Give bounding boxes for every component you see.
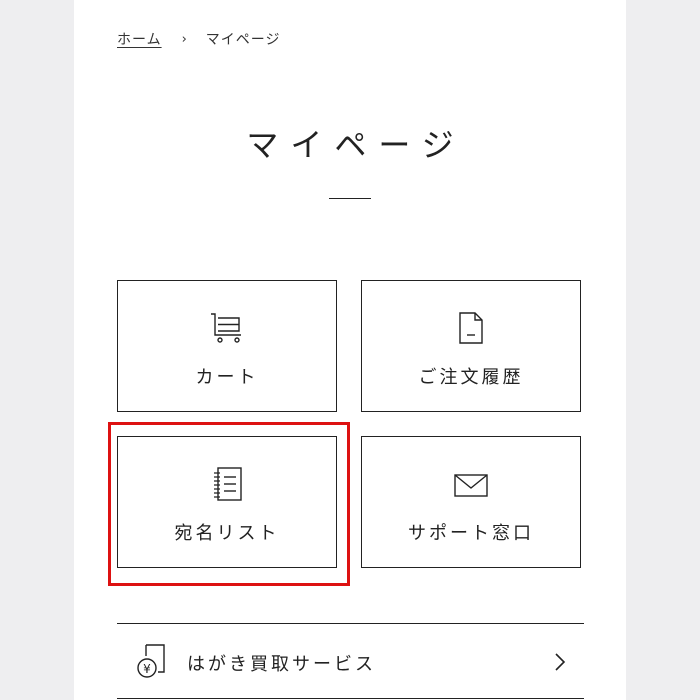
address-list-label: 宛名リスト (174, 523, 280, 544)
page-title: マイページ (246, 126, 466, 164)
order-history-label: ご注文履歴 (418, 367, 524, 388)
cart-icon (211, 313, 241, 343)
breadcrumb: ホーム › マイページ (117, 29, 281, 49)
svg-text:¥: ¥ (143, 662, 151, 676)
postcard-buyback-row[interactable]: ¥ はがき買取サービス (117, 623, 584, 699)
cart-tile[interactable]: カート (117, 280, 337, 412)
breadcrumb-home-link[interactable]: ホーム (117, 29, 162, 49)
address-list-tile[interactable]: 宛名リスト (117, 436, 337, 568)
chevron-right-icon (555, 653, 566, 671)
address-book-icon (214, 467, 242, 501)
support-tile[interactable]: サポート窓口 (361, 436, 581, 568)
document-icon (459, 312, 483, 344)
support-label: サポート窓口 (408, 523, 534, 544)
envelope-icon (454, 474, 488, 497)
page-container: ホーム › マイページ マイページ カート ご注文履歴 宛名リスト サポート窓口… (74, 0, 626, 700)
breadcrumb-separator: › (181, 31, 188, 47)
title-divider (329, 198, 371, 199)
order-history-tile[interactable]: ご注文履歴 (361, 280, 581, 412)
cart-label: カート (195, 367, 259, 388)
postcard-buyback-label: はがき買取サービス (187, 654, 376, 675)
breadcrumb-current: マイページ (205, 32, 281, 48)
yen-postcard-icon: ¥ (137, 644, 165, 678)
